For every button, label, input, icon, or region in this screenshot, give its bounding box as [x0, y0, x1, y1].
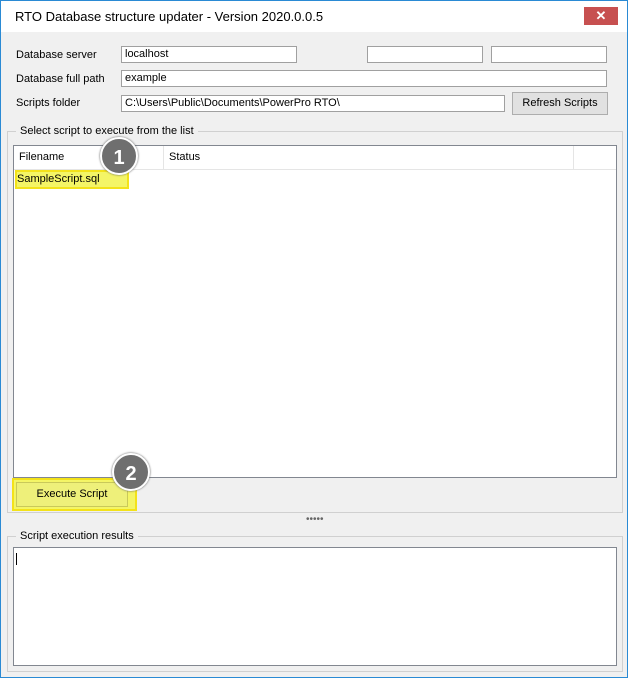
database-path-input[interactable]: example [121, 70, 607, 87]
column-header-filename[interactable]: Filename [14, 146, 164, 169]
scripts-folder-label: Scripts folder [16, 97, 81, 109]
title-bar[interactable]: RTO Database structure updater - Version… [1, 1, 627, 32]
extra-field-1[interactable] [367, 46, 483, 63]
extra-field-2[interactable] [491, 46, 607, 63]
database-path-label: Database full path [16, 73, 105, 85]
list-item-filename: SampleScript.sql [17, 173, 100, 185]
close-icon: ✕ [595, 8, 607, 23]
step-badge-1: 1 [100, 137, 138, 175]
text-caret [16, 553, 17, 565]
results-group-legend: Script execution results [16, 530, 138, 542]
scripts-list[interactable]: Filename Status SampleScript.sql [13, 145, 617, 478]
execute-script-button[interactable]: Execute Script [16, 482, 128, 507]
scripts-folder-input[interactable]: C:\Users\Public\Documents\PowerPro RTO\ [121, 95, 505, 112]
window-title: RTO Database structure updater - Version… [15, 9, 324, 24]
splitter-handle[interactable]: ••••• [306, 514, 324, 525]
results-textarea[interactable] [13, 547, 617, 666]
refresh-scripts-button[interactable]: Refresh Scripts [512, 92, 608, 115]
app-window: RTO Database structure updater - Version… [0, 0, 628, 678]
scripts-group-legend: Select script to execute from the list [16, 125, 198, 137]
column-header-status[interactable]: Status [164, 146, 574, 169]
database-server-input[interactable]: localhost [121, 46, 297, 63]
close-button[interactable]: ✕ [584, 7, 618, 25]
list-item[interactable]: SampleScript.sql [17, 171, 100, 188]
step-badge-2: 2 [112, 453, 150, 491]
database-server-label: Database server [16, 49, 97, 61]
